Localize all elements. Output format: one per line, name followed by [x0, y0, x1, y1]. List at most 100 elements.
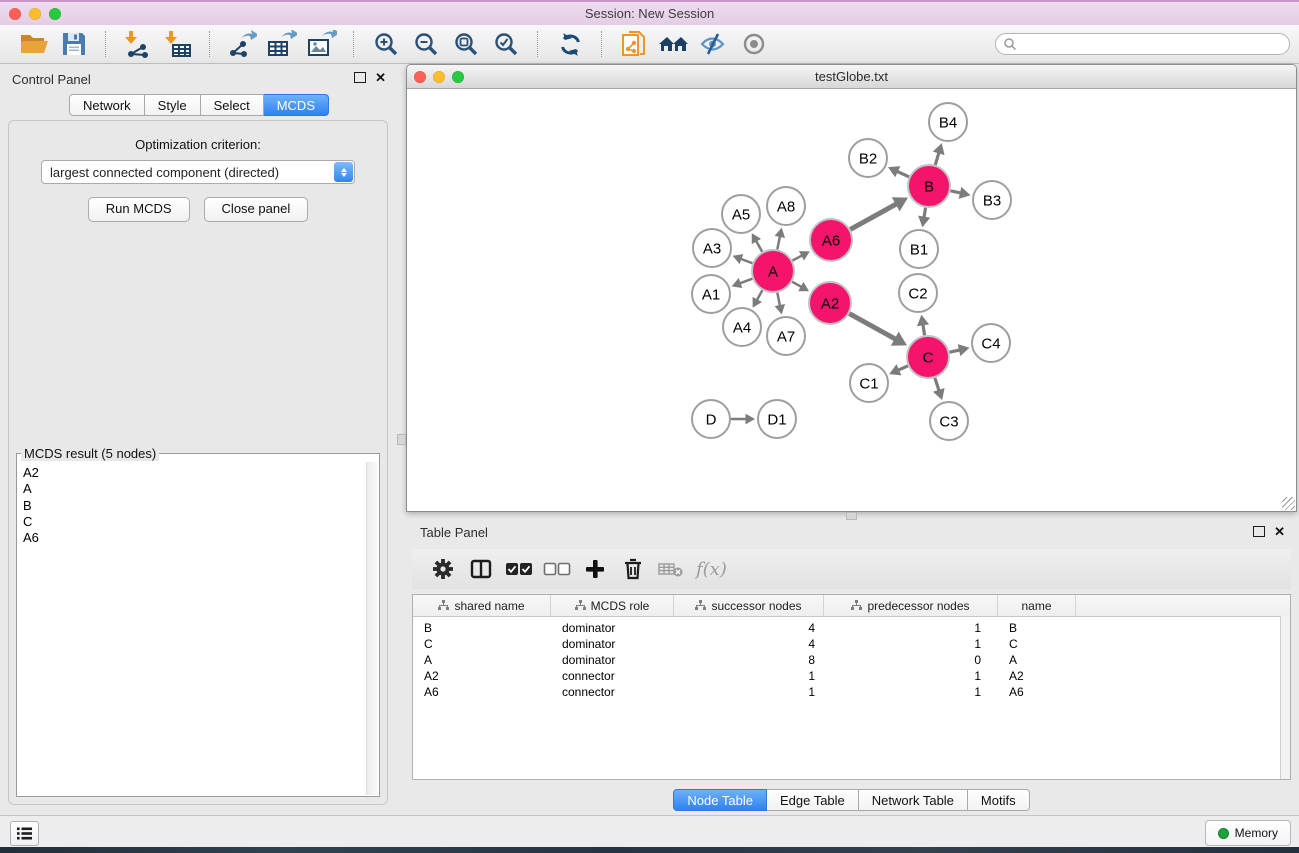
table-row[interactable]: A6connector11A6: [413, 684, 1290, 700]
hide-selected-icon[interactable]: [697, 28, 731, 60]
graph-node-D1[interactable]: D1: [758, 400, 796, 438]
close-panel-button[interactable]: Close panel: [204, 197, 309, 222]
graph-node-D[interactable]: D: [692, 400, 730, 438]
result-list-item[interactable]: A6: [23, 530, 366, 546]
edge-A2-C[interactable]: [849, 314, 895, 340]
import-table-icon[interactable]: [161, 28, 195, 60]
search-input[interactable]: [995, 33, 1290, 55]
result-list-item[interactable]: C: [23, 514, 366, 530]
canvas-vscroll-thumb[interactable]: [397, 434, 406, 445]
gear-icon[interactable]: [428, 553, 458, 585]
edge-C-C2[interactable]: [923, 324, 925, 335]
network-canvas[interactable]: B4 B2 B B3 A5A8A6 A3 A B1 A1 A2 C2 A4A7 C4 C C1 C3 D D1: [407, 89, 1296, 511]
edge-B-B2[interactable]: [897, 171, 909, 177]
refresh-icon[interactable]: [553, 28, 587, 60]
task-history-button[interactable]: [10, 821, 39, 846]
graph-node-C1[interactable]: C1: [850, 364, 888, 402]
graph-node-A3[interactable]: A3: [693, 229, 731, 267]
save-icon[interactable]: [57, 28, 91, 60]
zoom-selected-icon[interactable]: [489, 28, 523, 60]
edge-B-B3[interactable]: [950, 191, 961, 193]
run-mcds-button[interactable]: Run MCDS: [88, 197, 190, 222]
edge-A-A5[interactable]: [756, 241, 762, 252]
export-table-icon[interactable]: [265, 28, 299, 60]
table-row[interactable]: Bdominator41B: [413, 620, 1290, 636]
column-header-MCDS-role[interactable]: MCDS role: [551, 595, 674, 616]
graph-node-A8[interactable]: A8: [767, 187, 805, 225]
graph-node-A7[interactable]: A7: [767, 317, 805, 355]
graph-node-B[interactable]: B: [908, 165, 950, 207]
graph-node-B4[interactable]: B4: [929, 103, 967, 141]
table-row[interactable]: A2connector11A2: [413, 668, 1290, 684]
zoom-in-icon[interactable]: [369, 28, 403, 60]
graph-node-A6[interactable]: A6: [810, 219, 852, 261]
export-image-icon[interactable]: [305, 28, 339, 60]
tab-style[interactable]: Style: [145, 94, 201, 116]
graph-node-C3[interactable]: C3: [930, 402, 968, 440]
optimization-criterion-select[interactable]: largest connected component (directed): [41, 160, 355, 184]
edge-A-A3[interactable]: [741, 259, 753, 263]
edge-A-A8[interactable]: [777, 236, 780, 250]
table-row[interactable]: Cdominator41C: [413, 636, 1290, 652]
table-scrollbar[interactable]: [1280, 616, 1290, 779]
graph-node-B1[interactable]: B1: [900, 230, 938, 268]
graph-node-C2[interactable]: C2: [899, 274, 937, 312]
function-builder-icon[interactable]: f(x): [696, 559, 727, 580]
tab-motifs[interactable]: Motifs: [968, 789, 1030, 811]
delete-column-icon[interactable]: [618, 553, 648, 585]
graph-node-B2[interactable]: B2: [849, 139, 887, 177]
result-list-item[interactable]: A: [23, 481, 366, 497]
tab-network-table[interactable]: Network Table: [859, 789, 968, 811]
edge-A-A4[interactable]: [757, 290, 763, 300]
edge-C-C3[interactable]: [935, 378, 939, 391]
edge-A6-B[interactable]: [850, 204, 896, 230]
result-list-item[interactable]: A2: [23, 465, 366, 481]
memory-button[interactable]: Memory: [1205, 820, 1291, 846]
split-columns-icon[interactable]: [466, 553, 496, 585]
export-network-icon[interactable]: [225, 28, 259, 60]
table-row[interactable]: Adominator80A: [413, 652, 1290, 668]
column-header-name[interactable]: name: [998, 595, 1076, 616]
graph-node-C4[interactable]: C4: [972, 324, 1010, 362]
edge-C-C1[interactable]: [898, 366, 908, 370]
close-panel-icon[interactable]: ✕: [375, 72, 386, 83]
result-list-item[interactable]: B: [23, 498, 366, 514]
edge-A-A2[interactable]: [792, 282, 801, 287]
tab-network[interactable]: Network: [69, 94, 145, 116]
graph-node-A2[interactable]: A2: [809, 282, 851, 324]
graph-node-A1[interactable]: A1: [692, 275, 730, 313]
open-icon[interactable]: [17, 28, 51, 60]
graph-node-A5[interactable]: A5: [722, 195, 760, 233]
edge-B-B1[interactable]: [924, 208, 926, 218]
network-window-titlebar[interactable]: testGlobe.txt: [407, 65, 1296, 89]
home-icon[interactable]: [657, 28, 691, 60]
column-header-shared-name[interactable]: shared name: [413, 595, 551, 616]
select-all-checkboxes-icon[interactable]: [504, 553, 534, 585]
deselect-all-checkboxes-icon[interactable]: [542, 553, 572, 585]
tab-edge-table[interactable]: Edge Table: [767, 789, 859, 811]
result-scrollbar[interactable]: [366, 462, 378, 795]
new-network-from-file-icon[interactable]: [617, 28, 651, 60]
tab-node-table[interactable]: Node Table: [673, 789, 767, 811]
zoom-fit-icon[interactable]: [449, 28, 483, 60]
tab-mcds[interactable]: MCDS: [264, 94, 329, 116]
show-all-icon[interactable]: [737, 28, 771, 60]
import-network-icon[interactable]: [121, 28, 155, 60]
edge-A-A1[interactable]: [740, 279, 753, 284]
graph-node-A4[interactable]: A4: [723, 308, 761, 346]
edge-A-A7[interactable]: [777, 293, 780, 307]
graph-node-B3[interactable]: B3: [973, 181, 1011, 219]
delete-table-icon[interactable]: [656, 553, 686, 585]
resize-grip[interactable]: [1282, 497, 1295, 510]
graph-node-C[interactable]: C: [907, 336, 949, 378]
float-panel-icon[interactable]: [354, 72, 366, 83]
column-header-successor-nodes[interactable]: successor nodes: [674, 595, 824, 616]
close-table-panel-icon[interactable]: ✕: [1274, 526, 1285, 537]
float-table-panel-icon[interactable]: [1253, 526, 1265, 537]
tab-select[interactable]: Select: [201, 94, 264, 116]
zoom-out-icon[interactable]: [409, 28, 443, 60]
edge-A-A6[interactable]: [792, 255, 802, 260]
edge-B-B4[interactable]: [935, 152, 939, 164]
graph-node-A[interactable]: A: [752, 250, 794, 292]
column-header-predecessor-nodes[interactable]: predecessor nodes: [824, 595, 998, 616]
